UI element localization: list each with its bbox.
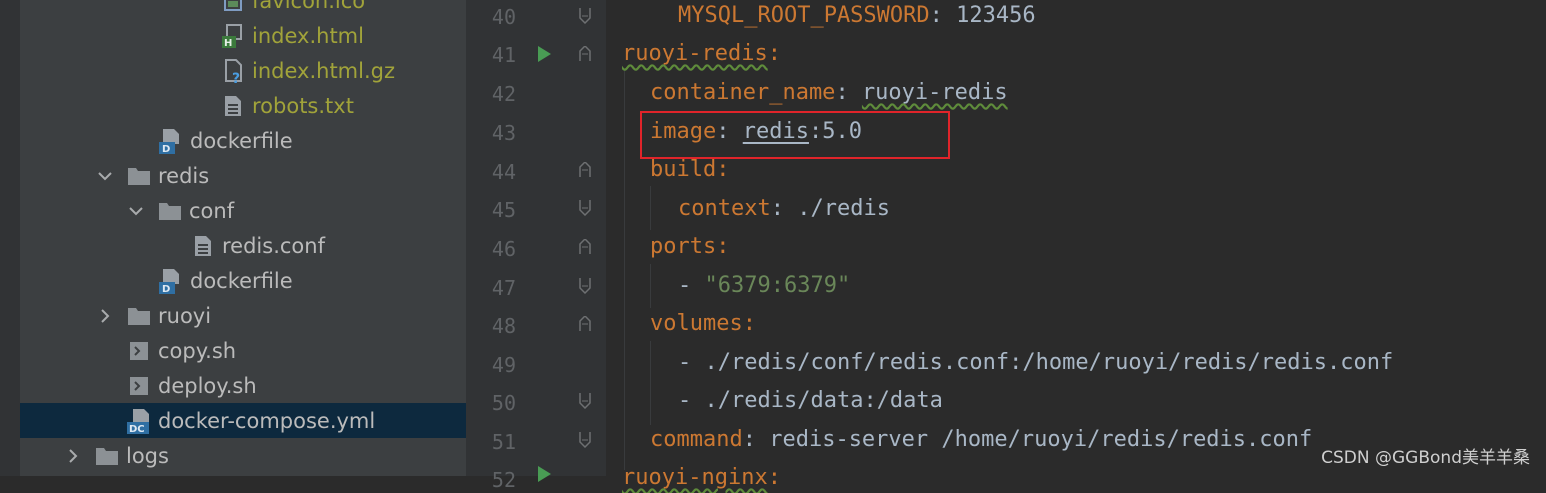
fold-end-icon[interactable] [578,432,592,448]
tree-item-label: redis [158,163,210,188]
dockerfile-icon: D [158,128,184,154]
tree-item-label: copy.sh [158,338,237,363]
tree-item-label: favicon.ico [252,0,366,13]
code-line-49: - ./redis/conf/redis.conf:/home/ruoyi/re… [678,350,1394,375]
tree-item-label: docker-compose.yml [158,408,376,433]
tree-item-conf-folder[interactable]: conf [20,193,466,228]
run-service-icon[interactable] [538,46,551,62]
tree-item-robots-txt[interactable]: robots.txt [20,88,466,123]
chevron-down-icon[interactable] [127,193,145,228]
line-number: 49 [491,353,516,377]
folder-icon [94,443,120,469]
line-number: 43 [491,121,516,145]
docker-compose-icon: DC [126,408,152,434]
tree-item-index-html-gz[interactable]: ? index.html.gz [20,53,466,88]
svg-text:D: D [162,144,170,154]
chevron-down-icon[interactable] [96,158,114,193]
fold-end-icon[interactable] [578,393,592,409]
code-line-52: ruoyi-nginx: [622,465,781,490]
code-line-45: context: ./redis [678,196,890,221]
tree-item-dockerfile[interactable]: D dockerfile [20,123,466,158]
tree-item-dockerfile[interactable]: D dockerfile [20,263,466,298]
svg-text:DC: DC [129,424,145,434]
line-number: 46 [491,237,516,261]
fold-start-icon[interactable] [578,46,592,62]
line-number: 41 [491,43,516,67]
line-number: 51 [491,430,516,454]
indent-guide [650,186,651,230]
tree-item-redis-conf[interactable]: redis.conf [20,228,466,263]
tree-item-label: logs [126,443,169,468]
unknown-file-icon: ? [220,58,246,84]
line-number: 48 [491,314,516,338]
indent-guide [624,70,625,470]
tree-item-label: index.html.gz [252,58,395,83]
svg-text:D: D [162,284,170,294]
tree-item-redis-folder[interactable]: redis [20,158,466,193]
code-line-51: command: redis-server /home/ruoyi/redis/… [650,427,1313,452]
tree-item-ruoyi-folder[interactable]: ruoyi [20,298,466,333]
shell-file-icon [126,373,152,399]
tree-item-deploy-sh[interactable]: deploy.sh [20,368,466,403]
tree-item-copy-sh[interactable]: copy.sh [20,333,466,368]
code-line-50: - ./redis/data:/data [678,388,943,413]
fold-start-icon[interactable] [578,316,592,332]
svg-text:?: ? [232,71,240,83]
tree-item-label: dockerfile [190,128,293,153]
tree-item-label: ruoyi [158,303,212,328]
line-number: 47 [491,276,516,300]
dockerfile-icon: D [158,268,184,294]
tree-item-docker-compose-yml[interactable]: DC docker-compose.yml [20,403,466,438]
code-line-40: MYSQL_ROOT_PASSWORD: 123456 [678,3,1036,28]
text-file-icon [190,233,216,259]
chevron-right-icon[interactable] [96,298,114,333]
line-number: 50 [491,391,516,415]
fold-end-icon[interactable] [578,278,592,294]
tree-item-logs-folder[interactable]: logs [20,438,466,473]
watermark: CSDN @GGBond美羊羊桑 [1321,448,1530,468]
folder-icon [126,303,152,329]
code-line-41: ruoyi-redis: [622,41,781,66]
code-line-47: - "6379:6379" [678,273,851,298]
svg-text:H: H [224,38,232,48]
tool-window-stripe [0,0,20,476]
code-line-42: container_name: ruoyi-redis [650,80,1008,105]
line-number: 44 [491,160,516,184]
folder-icon [126,163,152,189]
code-line-48: volumes: [650,311,756,336]
tree-item-label: robots.txt [252,93,354,118]
tree-item-label: index.html [252,23,364,48]
project-tree-panel: favicon.ico H index.html ? index.html.gz… [0,0,466,476]
fold-start-icon[interactable] [578,239,592,255]
run-service-icon[interactable] [538,466,551,482]
tree-item-index-html[interactable]: H index.html [20,18,466,53]
indent-guide [650,341,651,425]
tree-item-label: redis.conf [222,233,325,258]
highlight-annotation-box [640,111,950,159]
code-line-46: ports: [650,234,730,259]
html-file-icon: H [220,23,246,49]
code-line-44: build: [650,157,730,182]
fold-end-icon[interactable] [578,200,592,216]
line-number: 40 [491,5,516,29]
text-file-icon [220,93,246,119]
shell-file-icon [126,338,152,364]
tree-item-label: conf [189,198,235,223]
fold-end-icon[interactable] [578,8,592,24]
chevron-right-icon[interactable] [64,438,82,473]
tree-item-favicon[interactable]: favicon.ico [20,0,466,18]
line-number: 42 [491,82,516,106]
line-number: 45 [491,198,516,222]
image-file-icon [220,0,246,14]
tree-item-label: deploy.sh [158,373,257,398]
code-editor[interactable]: 40 MYSQL_ROOT_PASSWORD: 123456 41 ruoyi-… [466,0,1546,492]
tree-item-label: dockerfile [190,268,293,293]
indent-guide [650,264,651,308]
fold-start-icon[interactable] [578,162,592,178]
line-number: 52 [491,468,516,492]
folder-icon [157,198,183,224]
